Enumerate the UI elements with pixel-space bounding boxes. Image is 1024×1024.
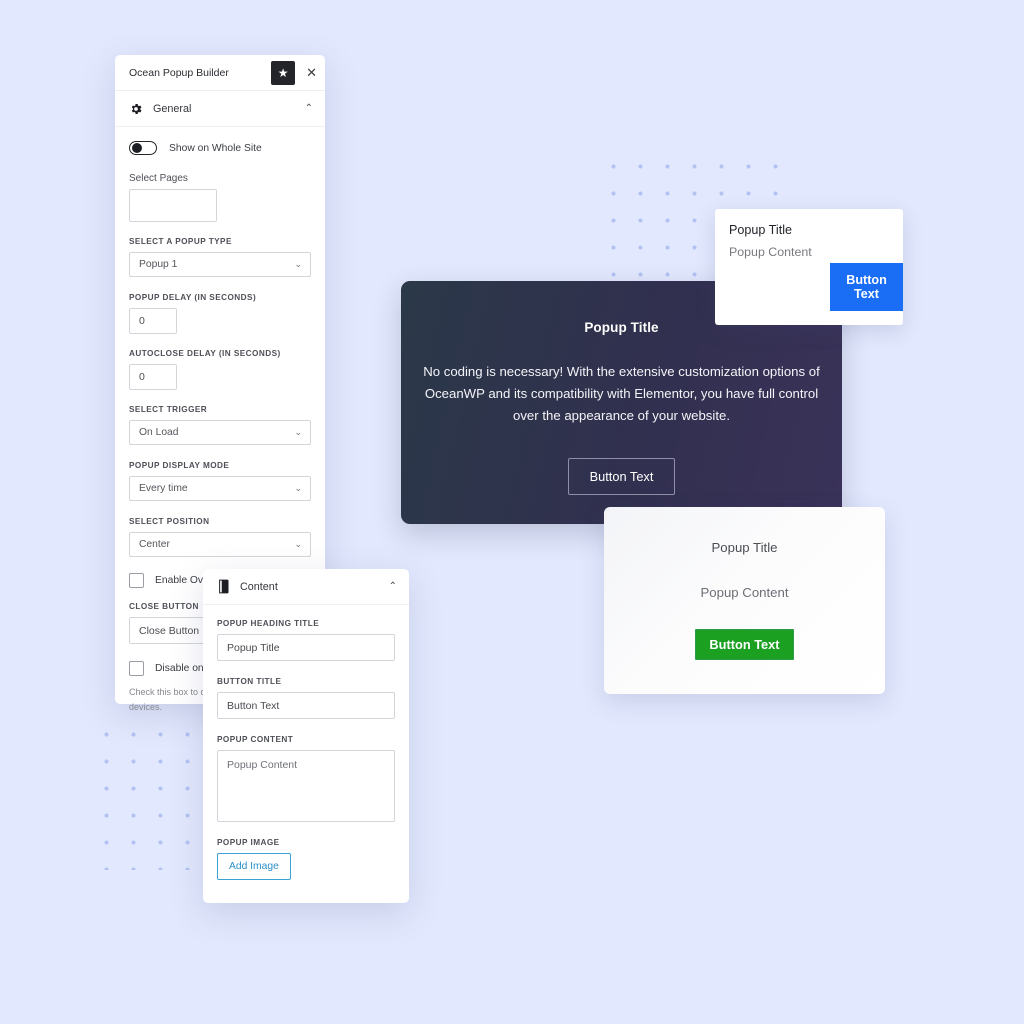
helper-line-2: devices. [129, 702, 163, 712]
select-pages-label: Select Pages [129, 173, 188, 184]
display-mode-value: Every time [139, 483, 188, 494]
popup-preview-green: Popup Title Popup Content Button Text [604, 507, 885, 694]
button-title-input[interactable]: Button Text [217, 692, 395, 719]
popup-heading-title-input[interactable]: Popup Title [217, 634, 395, 661]
close-icon[interactable]: ✕ [306, 66, 317, 79]
popup-preview-green-title: Popup Title [711, 540, 778, 555]
gear-icon [129, 102, 143, 116]
display-mode-label: POPUP DISPLAY MODE [129, 461, 230, 470]
section-label-content: Content [240, 580, 278, 593]
select-trigger-select[interactable]: On Load ⌄ [129, 420, 311, 445]
popup-image-label: POPUP IMAGE [217, 838, 280, 847]
popup-preview-green-button[interactable]: Button Text [695, 629, 794, 660]
popup-preview-blue-content: Popup Content [729, 245, 812, 259]
show-on-whole-site-toggle[interactable] [129, 141, 157, 155]
select-trigger-value: On Load [139, 427, 179, 438]
popup-type-value: Popup 1 [139, 259, 178, 270]
section-header-content[interactable]: Content ⌃ [203, 569, 409, 605]
autoclose-delay-input[interactable]: 0 [129, 364, 177, 390]
chevron-up-icon[interactable]: ⌃ [305, 103, 313, 114]
content-settings-panel: Content ⌃ POPUP HEADING TITLE Popup Titl… [203, 569, 409, 903]
toggle-knob [131, 143, 142, 153]
chevron-down-icon: ⌄ [294, 539, 302, 549]
button-title-label: BUTTON TITLE [217, 677, 282, 686]
chevron-down-icon: ⌄ [294, 259, 302, 269]
section-header-general[interactable]: General ⌃ [115, 91, 325, 127]
autoclose-delay-label: AUTOCLOSE DELAY (IN SECONDS) [129, 349, 281, 358]
popup-preview-dark-button[interactable]: Button Text [567, 458, 676, 495]
enable-overlay-checkbox[interactable] [129, 573, 144, 588]
screen-canvas: Popup Title No coding is necessary! With… [0, 0, 1024, 1024]
star-icon[interactable]: ★ [271, 60, 296, 85]
popup-heading-title-label: POPUP HEADING TITLE [217, 619, 320, 628]
popup-preview-blue-title: Popup Title [729, 223, 793, 237]
section-label-general: General [153, 102, 192, 115]
select-position-select[interactable]: Center ⌄ [129, 532, 311, 557]
chevron-down-icon: ⌄ [294, 427, 302, 437]
popup-type-label: SELECT A POPUP TYPE [129, 237, 232, 246]
popup-delay-label: POPUP DELAY (IN SECONDS) [129, 293, 257, 302]
select-position-label: SELECT POSITION [129, 517, 210, 526]
decorative-dot-grid-bottom [90, 718, 215, 870]
show-on-whole-site-row[interactable]: Show on Whole Site [129, 141, 311, 155]
popup-content-label: POPUP CONTENT [217, 735, 294, 744]
add-image-button[interactable]: Add Image [217, 853, 291, 880]
popup-preview-blue: Popup Title Popup Content Button Text [715, 209, 903, 325]
panel-titlebar: Ocean Popup Builder ★ ✕ [115, 55, 325, 91]
select-position-value: Center [139, 539, 170, 550]
chevron-down-icon: ⌄ [294, 483, 302, 493]
helper-line-1: Check this box to d [129, 687, 206, 697]
popup-delay-input[interactable]: 0 [129, 308, 177, 334]
popup-content-textarea[interactable]: Popup Content [217, 750, 395, 822]
disable-on-mobile-checkbox[interactable] [129, 661, 144, 676]
select-pages-input[interactable] [129, 189, 217, 222]
book-icon [217, 579, 230, 594]
chevron-up-icon[interactable]: ⌃ [389, 581, 397, 592]
display-mode-select[interactable]: Every time ⌄ [129, 476, 311, 501]
popup-type-select[interactable]: Popup 1 ⌄ [129, 252, 311, 277]
popup-preview-green-content: Popup Content [700, 585, 789, 600]
select-trigger-label: SELECT TRIGGER [129, 405, 208, 414]
popup-preview-dark-body: No coding is necessary! With the extensi… [423, 364, 820, 423]
content-panel-body: POPUP HEADING TITLE Popup Title BUTTON T… [203, 605, 409, 880]
show-on-whole-site-label: Show on Whole Site [169, 142, 262, 154]
popup-preview-blue-button[interactable]: Button Text [830, 263, 903, 311]
panel-title: Ocean Popup Builder [129, 66, 229, 79]
